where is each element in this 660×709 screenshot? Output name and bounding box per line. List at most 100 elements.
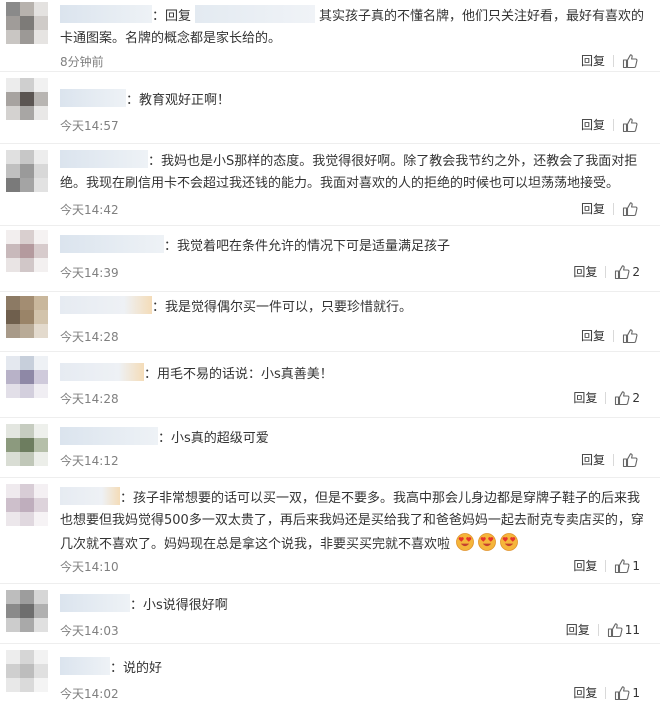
comment-item: ：我是觉得偶尔买一件可以，只要珍惜就行。 今天14:28 回复 — [0, 292, 660, 352]
heart-eyes-emoji-icon — [455, 532, 475, 560]
divider — [605, 559, 607, 572]
reply-button[interactable]: 回复 — [581, 52, 605, 69]
divider — [613, 202, 614, 215]
username[interactable] — [60, 235, 164, 253]
username[interactable] — [60, 5, 152, 23]
divider — [613, 118, 614, 131]
reply-button[interactable]: 回复 — [573, 557, 597, 574]
comment-time: 今天14:12 — [60, 454, 119, 468]
comment-item: ：教育观好正啊！ 今天14:57 回复 — [0, 72, 660, 144]
thumbs-up-icon — [614, 685, 630, 701]
comment-text: 我觉着吧在条件允许的情况下可是适量满足孩子 — [177, 239, 451, 254]
username[interactable] — [60, 363, 144, 381]
reply-button[interactable]: 回复 — [581, 327, 605, 344]
comment-time: 今天14:57 — [60, 119, 119, 133]
like-count: 11 — [624, 622, 640, 637]
username[interactable] — [60, 594, 130, 612]
heart-eyes-emoji-icon — [477, 532, 497, 560]
like-button[interactable] — [622, 117, 640, 133]
like-button[interactable]: 2 — [614, 264, 640, 280]
avatar[interactable] — [6, 296, 48, 338]
avatar[interactable] — [6, 424, 48, 466]
comment-actions: 回复 — [581, 116, 640, 133]
comment-text: 小s真的超级可爱 — [171, 431, 269, 446]
username[interactable] — [60, 296, 152, 314]
like-button[interactable] — [622, 328, 640, 344]
comment-actions: 回复 11 — [566, 621, 640, 638]
comment-time: 今天14:42 — [60, 203, 119, 217]
like-count: 1 — [632, 558, 640, 573]
divider — [605, 391, 607, 404]
reply-button[interactable]: 回复 — [581, 116, 605, 133]
comment-text: 用毛不易的话说：小s真善美！ — [157, 367, 333, 382]
avatar[interactable] — [6, 484, 48, 526]
comment-item: ：我妈也是小S那样的态度。我觉得很好啊。除了教会我节约之外，还教会了我面对拒绝。… — [0, 144, 660, 226]
like-button[interactable]: 1 — [614, 558, 640, 574]
avatar[interactable] — [6, 356, 48, 398]
comment-body: ：我觉着吧在条件允许的情况下可是适量满足孩子 — [60, 235, 648, 258]
reply-button[interactable]: 回复 — [573, 389, 597, 406]
comment-time: 今天14:28 — [60, 392, 119, 406]
comment-item: ：孩子非常想要的话可以买一双，但是不要多。我高中那会儿身边都是穿牌子鞋子的后来我… — [0, 478, 660, 584]
comment-item: ：我觉着吧在条件允许的情况下可是适量满足孩子 今天14:39 回复 2 — [0, 226, 660, 292]
comment-text: 小s说得很好啊 — [143, 598, 228, 613]
like-button[interactable] — [622, 201, 640, 217]
replied-username[interactable] — [195, 5, 316, 23]
comment-item: ：小s说得很好啊 今天14:03 回复 11 — [0, 584, 660, 644]
reply-button[interactable]: 回复 — [581, 451, 605, 468]
reply-button[interactable]: 回复 — [573, 263, 597, 280]
like-button[interactable]: 1 — [614, 685, 640, 701]
comment-body: ：我妈也是小S那样的态度。我觉得很好啊。除了教会我节约之外，还教会了我面对拒绝。… — [60, 150, 648, 195]
like-count: 1 — [632, 685, 640, 700]
divider — [613, 329, 614, 342]
username[interactable] — [60, 150, 148, 168]
avatar[interactable] — [6, 590, 48, 632]
divider — [613, 453, 614, 466]
comment-text: 我是觉得偶尔买一件可以，只要珍惜就行。 — [165, 300, 413, 315]
divider — [597, 623, 599, 636]
username[interactable] — [60, 427, 158, 445]
comment-text: 孩子非常想要的话可以买一双，但是不要多。我高中那会儿身边都是穿牌子鞋子的后来我也… — [60, 491, 644, 552]
reply-button[interactable]: 回复 — [573, 684, 597, 701]
like-count: 2 — [632, 264, 640, 279]
avatar[interactable] — [6, 78, 48, 120]
comment-body: ：教育观好正啊！ — [60, 89, 648, 112]
thumbs-up-icon — [614, 264, 630, 280]
comment-body: ：说的好 — [60, 657, 648, 680]
thumbs-up-icon — [614, 558, 630, 574]
like-button[interactable] — [622, 53, 640, 69]
reply-button[interactable]: 回复 — [581, 200, 605, 217]
thumbs-up-icon — [622, 53, 638, 69]
like-button[interactable] — [622, 452, 640, 468]
username[interactable] — [60, 89, 126, 107]
comment-actions: 回复 2 — [573, 263, 640, 280]
avatar[interactable] — [6, 650, 48, 692]
like-button[interactable]: 11 — [607, 622, 640, 638]
comment-body: ：孩子非常想要的话可以买一双，但是不要多。我高中那会儿身边都是穿牌子鞋子的后来我… — [60, 487, 648, 560]
username[interactable] — [60, 487, 120, 505]
reply-button[interactable]: 回复 — [566, 621, 590, 638]
comment-text: 说的好 — [123, 661, 163, 676]
divider — [605, 686, 607, 699]
comment-time: 今天14:10 — [60, 560, 119, 574]
like-button[interactable]: 2 — [614, 390, 640, 406]
comment-time: 今天14:28 — [60, 330, 119, 344]
comment-item: ：说的好 今天14:02 回复 1 — [0, 644, 660, 709]
comment-actions: 回复 1 — [573, 684, 640, 701]
comment-item: ：小s真的超级可爱 今天14:12 回复 — [0, 418, 660, 478]
divider — [613, 54, 614, 67]
comment-body: ：小s说得很好啊 — [60, 594, 648, 617]
comment-time: 今天14:02 — [60, 687, 119, 701]
comment-time: 今天14:39 — [60, 266, 119, 280]
avatar[interactable] — [6, 230, 48, 272]
comment-time: 8分钟前 — [60, 55, 104, 69]
heart-eyes-emoji-icon — [499, 532, 519, 560]
thumbs-up-icon — [614, 390, 630, 406]
comment-body: ：小s真的超级可爱 — [60, 427, 648, 450]
comment-item: ：用毛不易的话说：小s真善美！ 今天14:28 回复 2 — [0, 352, 660, 418]
avatar[interactable] — [6, 150, 48, 192]
avatar[interactable] — [6, 2, 48, 44]
thumbs-up-icon — [622, 452, 638, 468]
thumbs-up-icon — [607, 622, 623, 638]
username[interactable] — [60, 657, 110, 675]
